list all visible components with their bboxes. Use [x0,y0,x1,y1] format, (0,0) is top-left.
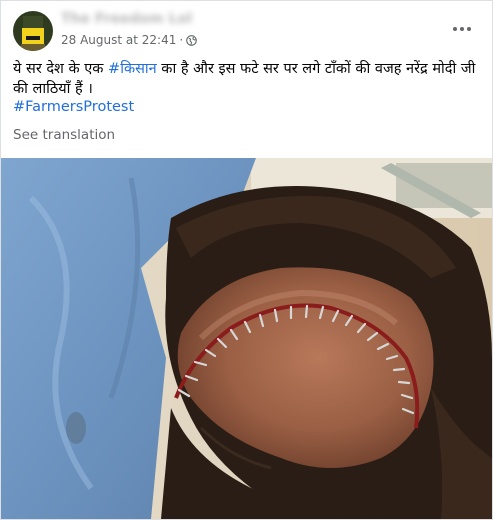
post-header: The Freedom Lobby 28 August at 22:41 · [13,11,480,55]
post-meta: 28 August at 22:41 · [61,33,198,47]
post-text-part-1: ये सर देश के एक [13,61,109,77]
post-text: ये सर देश के एक #किसान का है और इस फटे स… [13,59,479,99]
see-translation-link[interactable]: See translation [13,127,115,143]
hashtag-farmers-protest-link[interactable]: #FarmersProtest [13,99,134,115]
author-name[interactable]: The Freedom Lobby [61,11,191,33]
globe-icon [186,34,198,46]
post-photo[interactable] [1,158,492,519]
meta-separator: · [179,33,184,47]
avatar[interactable] [13,11,53,51]
hashtag-kisan-link[interactable]: #किसान [108,61,157,77]
timestamp[interactable]: 28 August at 22:41 [61,33,176,47]
hashtag-line: #FarmersProtest [13,97,134,117]
facebook-post: The Freedom Lobby 28 August at 22:41 · य… [0,0,493,520]
more-options-icon[interactable] [450,17,474,41]
